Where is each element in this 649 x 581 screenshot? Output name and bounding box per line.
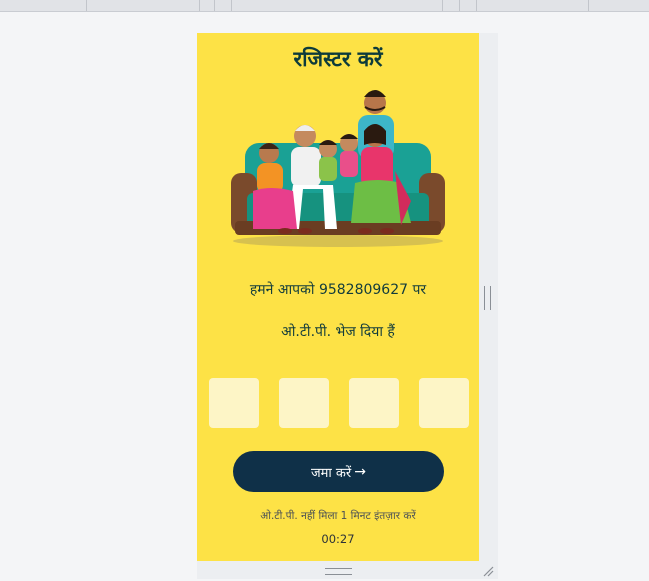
toolbar-segment[interactable] — [232, 0, 443, 11]
resend-otp-text: ओ.टी.पी. नहीं मिला 1 मिनट इंतज़ार करें — [260, 510, 416, 522]
toolbar-segment[interactable] — [443, 0, 460, 11]
otp-input-2[interactable] — [279, 378, 329, 428]
otp-sent-message-line2: ओ.टी.पी. भेज दिया हैं — [281, 324, 395, 340]
family-illustration — [231, 90, 445, 247]
toolbar-segment[interactable] — [460, 0, 477, 11]
otp-input-1[interactable] — [209, 378, 259, 428]
toolbar-segment[interactable] — [87, 0, 200, 11]
resize-grip-icon[interactable] — [482, 565, 494, 577]
arrow-right-icon: → — [354, 463, 366, 480]
otp-input-3[interactable] — [349, 378, 399, 428]
toolbar-segment[interactable] — [589, 0, 648, 11]
resend-timer: 00:27 — [321, 532, 355, 546]
otp-input-4[interactable] — [419, 378, 469, 428]
toolbar-segment[interactable] — [477, 0, 589, 11]
toolbar-segment[interactable] — [200, 0, 215, 11]
resize-handle-horizontal[interactable] — [325, 568, 352, 575]
resize-handle-vertical[interactable] — [484, 286, 491, 310]
toolbar-segment[interactable] — [215, 0, 232, 11]
register-screen: रजिस्टर करें हमने आपको 9582809627 पर ओ.ट… — [197, 33, 479, 561]
browser-toolbar — [0, 0, 649, 12]
otp-sent-message: हमने आपको 9582809627 पर — [249, 282, 427, 298]
toolbar-segment[interactable] — [0, 0, 87, 11]
submit-button[interactable]: जमा करें → — [233, 451, 444, 492]
page-title: रजिस्टर करें — [293, 46, 383, 71]
submit-button-label: जमा करें — [311, 465, 352, 481]
